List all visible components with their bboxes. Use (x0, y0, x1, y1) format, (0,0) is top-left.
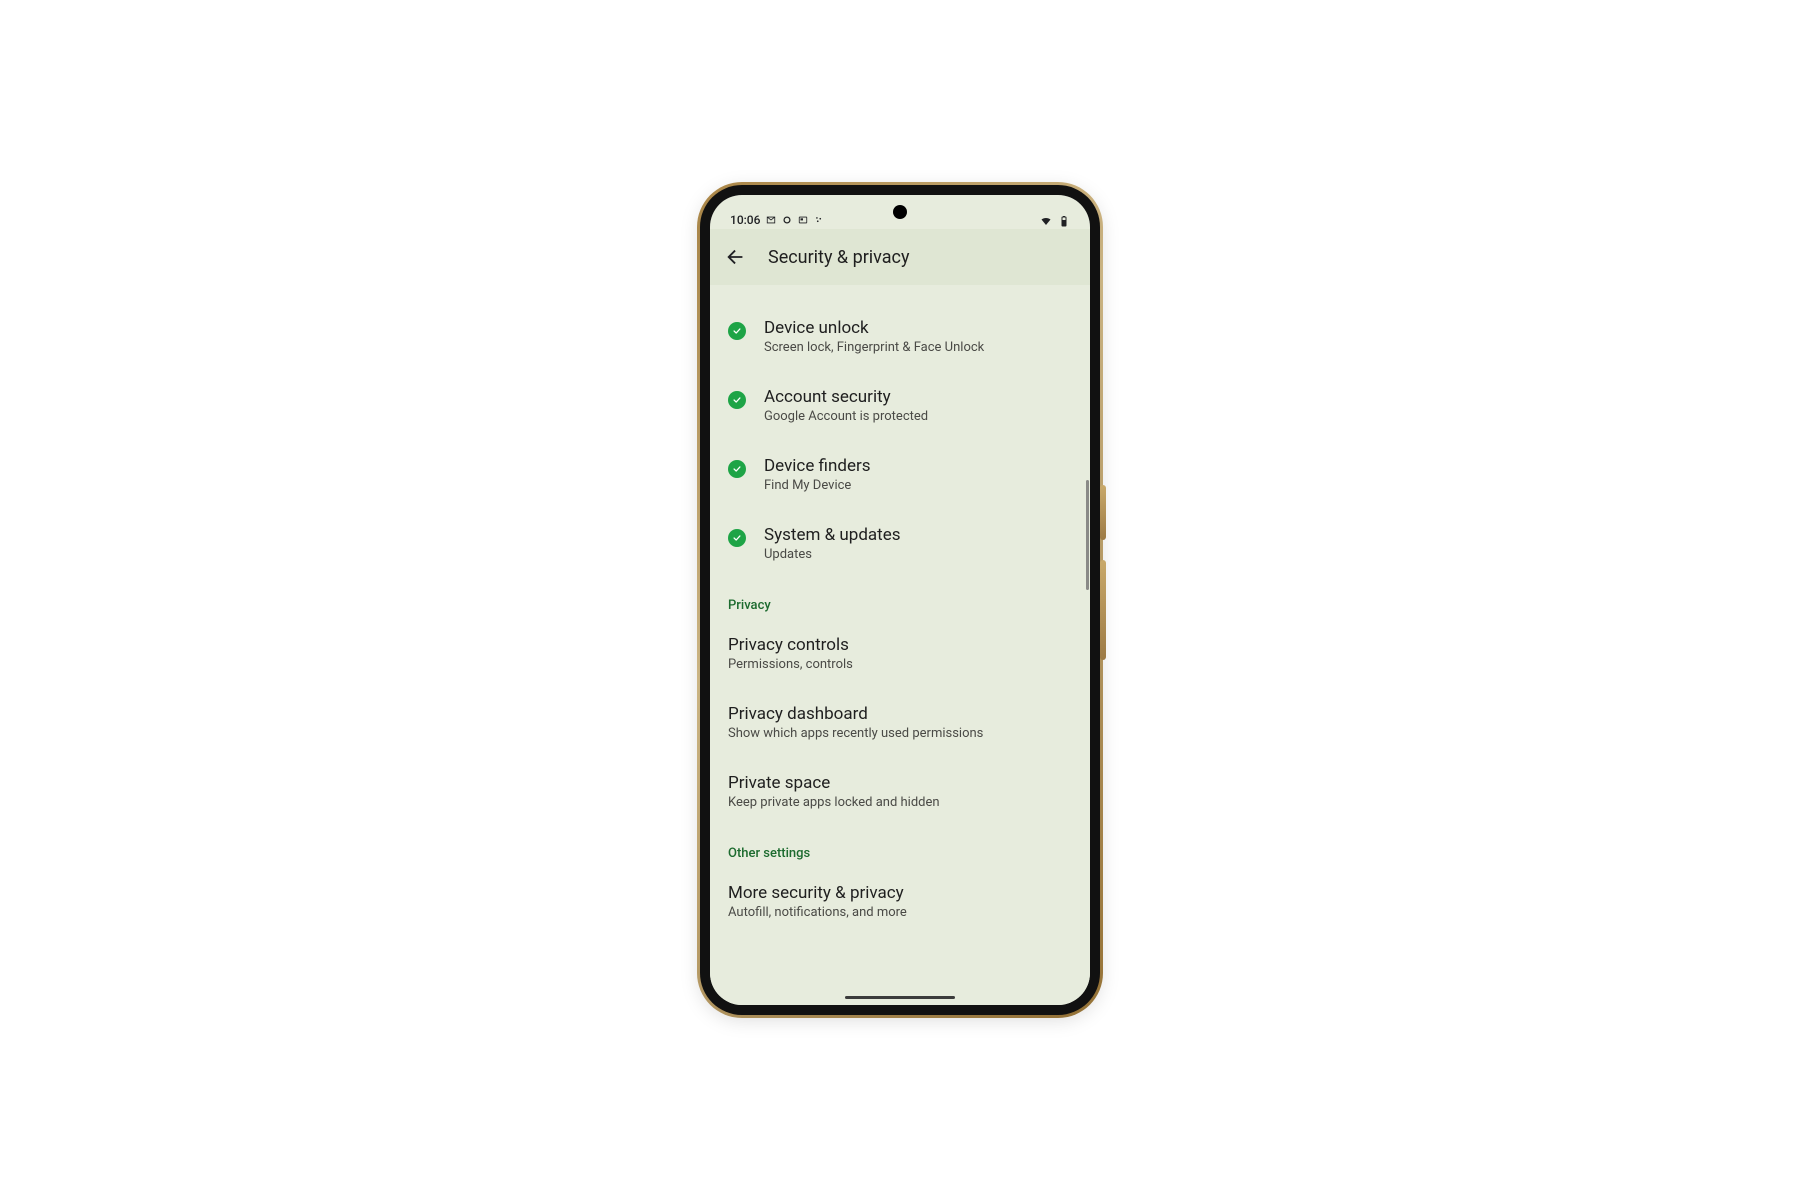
camera-hole (893, 205, 907, 219)
item-title: Privacy dashboard (728, 704, 1068, 724)
other-item-more-security-privacy[interactable]: More security & privacy Autofill, notifi… (710, 867, 1090, 936)
phone-screen: 10:06 Security & privacy (710, 195, 1090, 1005)
arrow-back-icon (725, 246, 747, 268)
item-subtitle: Autofill, notifications, and more (728, 905, 1068, 920)
item-title: Device finders (764, 456, 1068, 476)
item-subtitle: Play Protect scanning is on (764, 285, 1068, 286)
privacy-item-privacy-controls[interactable]: Privacy controls Permissions, controls (710, 619, 1090, 688)
cast-icon (814, 215, 824, 225)
app-header: Security & privacy (710, 229, 1090, 285)
status-right (1040, 215, 1070, 227)
item-subtitle: Google Account is protected (764, 409, 1068, 424)
wifi-icon (1040, 215, 1052, 227)
power-button[interactable] (1100, 485, 1106, 540)
item-title: Account security (764, 387, 1068, 407)
item-title: More security & privacy (728, 883, 1068, 903)
gesture-nav-bar[interactable] (845, 996, 955, 999)
security-item-device-unlock[interactable]: Device unlock Screen lock, Fingerprint &… (710, 302, 1090, 371)
item-subtitle: Keep private apps locked and hidden (728, 795, 1068, 810)
security-item-account-security[interactable]: Account security Google Account is prote… (710, 371, 1090, 440)
item-subtitle: Updates (764, 547, 1068, 562)
phone-frame: 10:06 Security & privacy (700, 185, 1100, 1015)
item-title: Privacy controls (728, 635, 1068, 655)
section-label-other: Other settings (710, 826, 1090, 867)
scrollbar-thumb[interactable] (1086, 480, 1089, 590)
item-subtitle: Show which apps recently used permission… (728, 726, 1068, 741)
security-item-system-updates[interactable]: System & updates Updates (710, 509, 1090, 578)
item-subtitle: Find My Device (764, 478, 1068, 493)
page-title: Security & privacy (768, 247, 910, 268)
battery-icon (1058, 215, 1070, 227)
settings-list[interactable]: Play Protect scanning is on Device unloc… (710, 285, 1090, 1005)
volume-button[interactable] (1100, 560, 1106, 660)
privacy-item-private-space[interactable]: Private space Keep private apps locked a… (710, 757, 1090, 826)
section-label-privacy: Privacy (710, 578, 1090, 619)
status-time: 10:06 (730, 213, 760, 227)
check-badge-icon (728, 460, 746, 478)
item-title: System & updates (764, 525, 1068, 545)
security-item-device-finders[interactable]: Device finders Find My Device (710, 440, 1090, 509)
item-title: Private space (728, 773, 1068, 793)
check-badge-icon (728, 391, 746, 409)
status-left: 10:06 (730, 213, 824, 227)
check-badge-icon (728, 322, 746, 340)
picture-icon (798, 215, 808, 225)
item-subtitle: Permissions, controls (728, 657, 1068, 672)
privacy-item-privacy-dashboard[interactable]: Privacy dashboard Show which apps recent… (710, 688, 1090, 757)
item-subtitle: Screen lock, Fingerprint & Face Unlock (764, 340, 1068, 355)
security-item-play-protect[interactable]: Play Protect scanning is on (710, 285, 1090, 302)
back-button[interactable] (724, 245, 748, 269)
check-badge-icon (728, 529, 746, 547)
item-title: Device unlock (764, 318, 1068, 338)
circle-icon (782, 215, 792, 225)
gmail-icon (766, 215, 776, 225)
